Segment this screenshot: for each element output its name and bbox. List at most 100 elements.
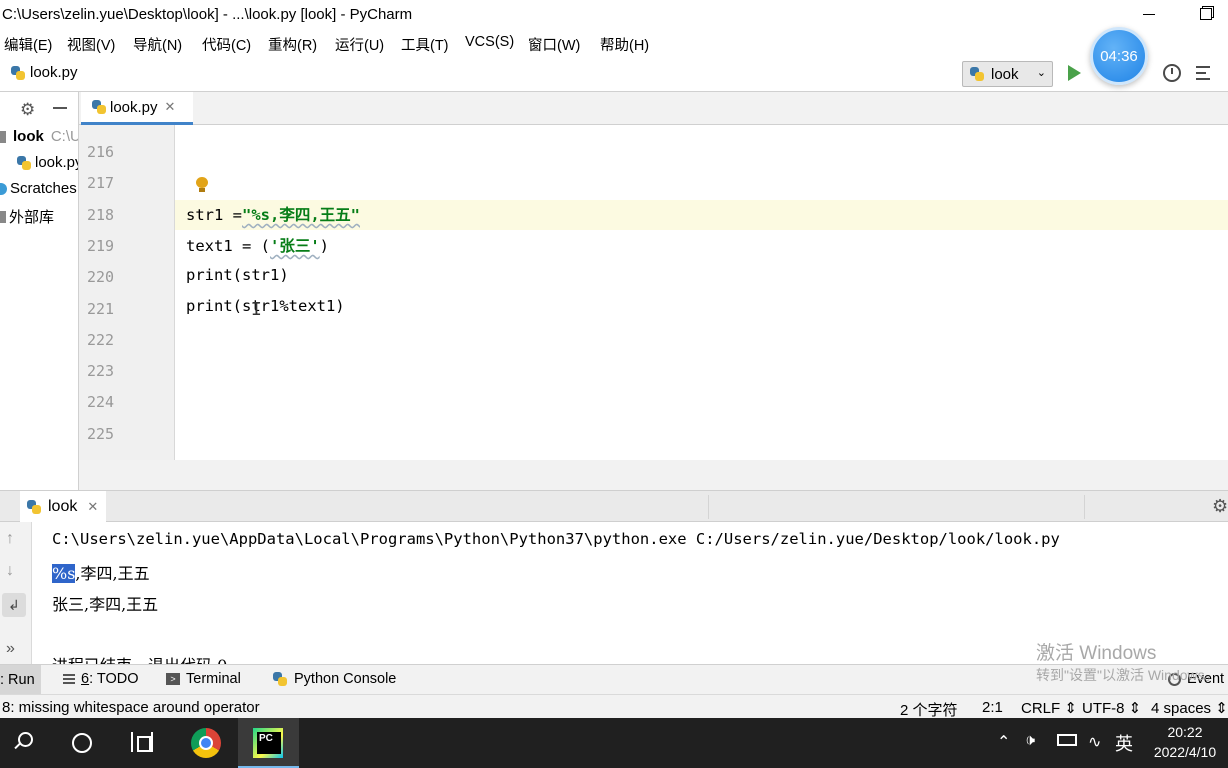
tree-item-label: Scratches [10,180,77,197]
wifi-icon[interactable]: ∿ [1088,732,1101,752]
menu-item[interactable]: 窗口(W) [528,34,580,55]
status-bar: 8: missing whitespace around operator 2 … [0,694,1228,719]
console-command-line: C:\Users\zelin.yue\AppData\Local\Program… [52,530,1060,548]
project-toolbar: ⚙ [0,92,79,124]
python-file-icon [91,99,107,115]
run-configuration-select[interactable]: look ⌄ [962,61,1053,87]
menu-item[interactable]: 运行(U) [335,34,384,55]
clock-date: 2022/4/10 [1153,744,1217,760]
code-token: str1 = [186,206,242,224]
taskbar-clock[interactable]: 20:22 2022/4/10 [1145,722,1225,762]
chrome-icon[interactable] [191,728,221,758]
gear-icon[interactable]: ⚙ [1212,496,1228,517]
menu-item[interactable]: 导航(N) [133,34,182,55]
python-file-icon [16,155,32,171]
floating-timer[interactable]: 04:36 [1090,27,1148,85]
run-button[interactable] [1068,65,1081,81]
status-caret-position[interactable]: 2:1 [982,699,1003,716]
volume-icon[interactable]: 🕩 [1025,732,1035,750]
console-output-line: %s,李四,王五 [52,560,150,584]
console-text: ,李四,王五 [75,564,150,583]
chevron-up-icon[interactable]: ⌃ [997,732,1010,752]
editor-bottom-area [79,460,1228,490]
code-token: ) [319,237,330,255]
close-icon[interactable]: ✕ [165,99,176,115]
tree-item-scratches[interactable]: Scratches [0,180,77,197]
breadcrumb-file[interactable]: look.py [30,64,78,81]
run-tab-look[interactable]: look ✕ [20,491,106,522]
menu-item[interactable]: 帮助(H) [600,34,649,55]
folder-icon [0,130,6,143]
code-line-220: print(str1) [186,266,289,284]
profile-button[interactable] [1163,64,1181,82]
selected-text: %s [52,564,76,583]
tree-item-label: 外部库 [9,209,55,226]
tab-todo-number: 6 [81,671,90,687]
cortana-icon[interactable] [72,733,92,753]
menu-item[interactable]: 视图(V) [67,34,115,55]
arrow-down-icon[interactable]: ↓ [6,562,14,580]
tab-python-console[interactable]: Python Console [272,671,396,687]
menu-item[interactable]: 编辑(E) [4,34,52,55]
search-icon[interactable] [12,732,33,752]
tree-item-file[interactable]: look.py [16,154,79,171]
menu-item[interactable]: 重构(R) [268,34,317,55]
console-exit-line: 进程已结束，退出代码 0 [52,652,227,664]
menu-item[interactable]: 代码(C) [202,34,251,55]
line-number: 221 [87,299,115,318]
gear-icon[interactable]: ⚙ [20,100,35,120]
tree-item-external-libraries[interactable]: 外部库 [0,206,54,227]
project-tree: look C:\U look.py Scratches 外部库 [0,124,79,490]
code-editor[interactable]: 216 217 218 219 220 221 222 223 224 225 str1 ="%s… [79,125,1228,460]
window-title: C:\Users\zelin.yue\Desktop\look] - ...\l… [2,6,413,23]
menu-item[interactable]: 工具(T) [401,34,449,55]
library-icon [0,210,6,223]
status-line-separator[interactable]: CRLF ⇕ [1021,699,1077,717]
terminal-icon: > [166,673,180,685]
tab-look-py[interactable]: look.py ✕ [81,92,193,125]
status-message: 8: missing whitespace around operator [2,699,260,716]
clock-time: 20:22 [1167,724,1203,740]
minimize-button[interactable] [1140,4,1160,24]
pycharm-icon[interactable] [253,728,283,758]
status-indent[interactable]: 4 spaces ⇕ [1151,699,1228,717]
tab-run[interactable]: : Run [0,665,41,695]
menu-item[interactable]: VCS(S) [465,34,514,50]
restore-button[interactable] [1196,4,1216,24]
tab-terminal[interactable]: > Terminal [166,671,241,687]
line-number: 218 [87,205,115,224]
lightbulb-icon[interactable] [196,177,208,193]
tree-item-label: look [13,128,44,145]
python-console-icon [272,671,288,687]
indent-label: 4 spaces [1151,700,1212,717]
run-configuration-label: look [991,65,1019,83]
expand-more-icon[interactable]: » [6,640,15,658]
status-encoding[interactable]: UTF-8 ⇕ [1082,699,1141,717]
collapse-icon[interactable] [53,107,67,109]
run-tool-window-header: look ✕ ⚙ [0,490,1228,522]
tree-item-path: C:\U [50,128,79,145]
divider [1084,495,1085,519]
breadcrumb[interactable]: look.py [10,64,78,81]
chevron-down-icon: ⌄ [1036,67,1046,79]
tab-terminal-label: Terminal [186,671,241,687]
tree-item-project[interactable]: look C:\U [0,128,79,145]
close-icon[interactable]: ✕ [87,499,98,515]
battery-icon[interactable] [1057,734,1077,746]
python-icon [26,499,42,515]
ime-indicator[interactable]: 英 [1115,730,1133,756]
tab-label: look.py [110,98,158,116]
run-tab-label: look [48,497,78,515]
console-output-line: 张三,李四,王五 [52,595,159,614]
soft-wrap-icon[interactable]: ↲ [2,593,26,617]
python-icon [969,66,985,82]
code-line-218: str1 ="%s,李四,王五" [186,203,360,225]
menu-bar: 编辑(E) 视图(V) 导航(N) 代码(C) 重构(R) 运行(U) 工具(T) VCS(S… [0,30,1228,56]
arrow-up-icon[interactable]: ↑ [6,530,14,548]
more-actions-button[interactable] [1196,66,1214,82]
tab-todo[interactable]: 6: TODO [63,671,139,687]
divider [708,495,709,519]
tree-item-label: look.py [35,154,79,171]
run-sidebar: ↑ ↓ ↲ » [0,522,32,664]
task-view-icon[interactable] [131,732,153,752]
